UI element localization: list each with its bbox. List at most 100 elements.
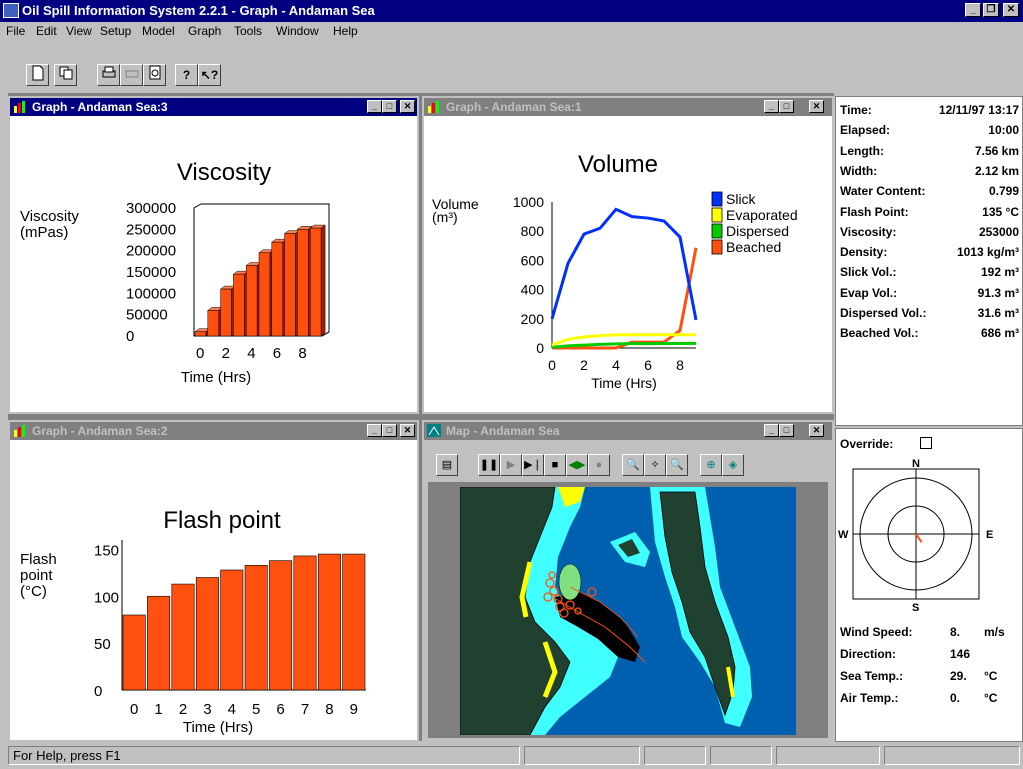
maximize-button[interactable]: □	[779, 424, 794, 437]
menu-tools[interactable]: Tools	[234, 24, 262, 38]
print-preview-icon[interactable]	[143, 64, 166, 86]
minimize-button[interactable]: _	[764, 424, 779, 437]
flash-point-chart: Flash pointFlashpoint(°C)1501005000 1 2 3 4 5…	[20, 507, 366, 736]
close-button[interactable]: ✕	[1003, 3, 1019, 17]
x-tick-label: 1	[154, 701, 162, 718]
menu-graph[interactable]: Graph	[188, 24, 221, 38]
bar-side	[320, 224, 326, 337]
zoom-icon[interactable]: 🔍	[622, 454, 644, 476]
bar	[245, 265, 258, 337]
menu-file[interactable]: File	[6, 24, 25, 38]
map-window-titlebar[interactable]: Map - Andaman Sea _ □ ✕	[424, 422, 832, 440]
new-icon[interactable]	[26, 64, 49, 86]
y-tick-label: 50	[94, 636, 111, 653]
print-disabled-icon[interactable]	[120, 64, 143, 86]
series-line-slick	[550, 207, 698, 321]
menu-help[interactable]: Help	[333, 24, 358, 38]
info-value: 135 °C	[982, 204, 1019, 219]
bar	[122, 614, 146, 691]
info-value: 0.799	[988, 184, 1019, 199]
flash-window-titlebar[interactable]: Graph - Andaman Sea:2 _ □ ✕	[10, 422, 417, 440]
status-pane	[776, 746, 880, 765]
app-icon	[3, 3, 19, 18]
x-tick-label: 0	[548, 357, 556, 373]
info-label: Slick Vol.:	[840, 265, 897, 280]
play-icon[interactable]: ▶	[500, 454, 522, 476]
x-tick-label: 6	[276, 701, 284, 718]
y-tick-label: 200	[521, 311, 545, 327]
x-tick-label: 2	[222, 345, 230, 362]
y-tick-label: 0	[94, 683, 102, 700]
wind-label: Air Temp.:	[840, 691, 899, 705]
info-value: 91.3 m³	[977, 285, 1019, 300]
record-icon[interactable]: ●	[588, 454, 610, 476]
chart-title: Flash point	[163, 507, 281, 534]
compass-w: W	[838, 529, 849, 541]
center-icon[interactable]: ◈	[722, 454, 744, 476]
minimize-button[interactable]: _	[367, 100, 382, 113]
info-label: Dispersed Vol.:	[840, 306, 927, 320]
help-icon[interactable]: ?	[175, 64, 198, 86]
override-checkbox[interactable]	[920, 437, 932, 449]
bar	[195, 577, 219, 691]
chart-title: Viscosity	[177, 159, 271, 186]
pause-icon[interactable]: ❚❚	[478, 454, 500, 476]
bar	[258, 252, 271, 337]
stop-icon[interactable]: ■	[544, 454, 566, 476]
minimize-button[interactable]: _	[764, 100, 779, 113]
y-axis-label: Flash	[20, 551, 57, 568]
close-button[interactable]: ✕	[809, 424, 824, 437]
maximize-button[interactable]: □	[382, 100, 397, 113]
info-label: Water Content:	[840, 184, 926, 199]
close-button[interactable]: ✕	[809, 100, 824, 113]
print-icon[interactable]	[97, 64, 120, 86]
menu-view[interactable]: View	[66, 24, 92, 38]
maximize-button[interactable]: □	[382, 424, 397, 437]
x-tick-label: 0	[196, 345, 204, 362]
info-value: 1013 kg/m³	[956, 245, 1019, 260]
menu-window[interactable]: Window	[276, 24, 319, 38]
bar	[244, 565, 268, 691]
minimize-button[interactable]: _	[367, 424, 382, 437]
close-button[interactable]: ✕	[400, 424, 415, 437]
wind-compass: N S W E	[838, 458, 993, 611]
menu-bar: File Edit View Setup Model Graph Tools W…	[0, 22, 1023, 40]
wind-value: 0.	[950, 691, 961, 705]
info-label: Beached Vol.:	[840, 326, 919, 341]
menu-model[interactable]: Model	[142, 24, 175, 38]
y-tick-label: 300000	[126, 200, 176, 217]
window-title: Graph - Andaman Sea:3	[32, 100, 168, 114]
pan-icon[interactable]: ⊕	[700, 454, 722, 476]
y-tick-label: 50000	[126, 307, 168, 324]
volume-window-titlebar[interactable]: Graph - Andaman Sea:1 _ □ ✕	[424, 98, 832, 116]
zoom-in-icon[interactable]: ✧	[644, 454, 666, 476]
y-tick-label: 0	[536, 340, 544, 356]
restore-button[interactable]: ❐	[983, 3, 999, 17]
minimize-button[interactable]: _	[965, 3, 981, 17]
legend-swatch	[711, 223, 723, 239]
map-canvas[interactable]	[460, 487, 796, 735]
info-label: Density:	[840, 245, 888, 260]
y-axis-label: (°C)	[20, 583, 47, 600]
menu-setup[interactable]: Setup	[100, 24, 131, 38]
y-axis-label: Viscosity	[20, 208, 79, 225]
copy-icon[interactable]	[54, 64, 77, 86]
map-layer-icon[interactable]: ▤	[436, 454, 458, 476]
y-tick-label: 150	[94, 542, 119, 559]
menu-edit[interactable]: Edit	[36, 24, 57, 38]
maximize-button[interactable]: □	[779, 100, 794, 113]
x-tick-label: 8	[676, 357, 684, 373]
viscosity-window-titlebar[interactable]: Graph - Andaman Sea:3 _ □ ✕	[10, 98, 417, 116]
rewind-icon[interactable]: ◀▶	[566, 454, 588, 476]
legend-label: Evaporated	[726, 207, 798, 223]
spill-info-panel: Time: 12/11/97 13:17 Elapsed: 10:00 Length: 7…	[835, 96, 1023, 426]
close-button[interactable]: ✕	[400, 100, 415, 113]
window-title: Graph - Andaman Sea:2	[32, 424, 168, 438]
zoom-out-icon[interactable]: 🔍	[666, 454, 688, 476]
step-icon[interactable]: ▶❘	[522, 454, 544, 476]
x-tick-label: 7	[301, 701, 309, 718]
context-help-icon[interactable]: ↖?	[198, 64, 221, 86]
compass-s: S	[912, 602, 919, 611]
bar	[147, 595, 171, 691]
y-axis-label: (mPas)	[20, 224, 68, 241]
